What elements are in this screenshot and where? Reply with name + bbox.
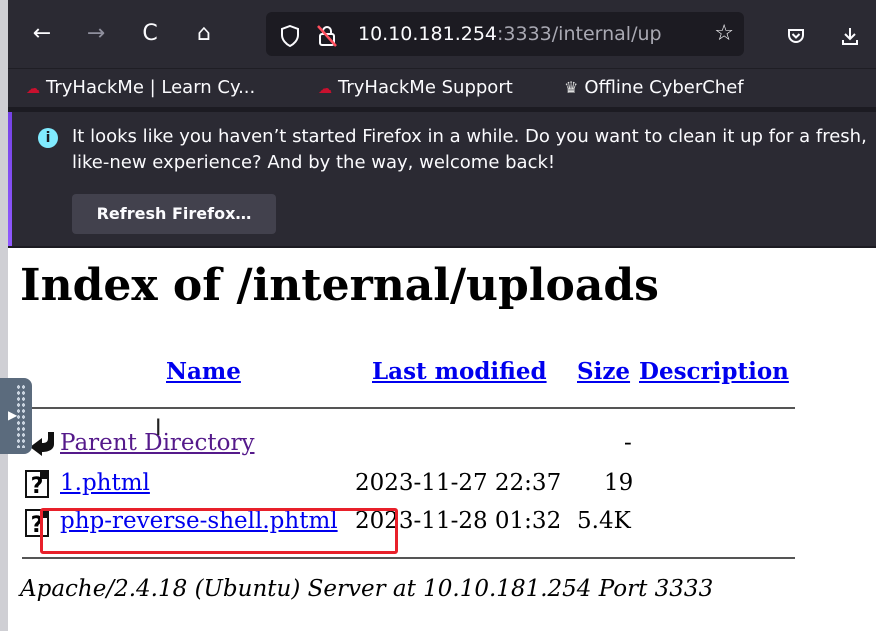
- row-size: 19: [604, 470, 634, 496]
- back-button[interactable]: ←: [26, 18, 58, 50]
- divider: [22, 407, 795, 409]
- svg-text:?: ?: [31, 474, 44, 498]
- cloud-icon: ☁: [26, 81, 40, 97]
- bookmark-cyberchef[interactable]: ♛ Offline CyberChef: [564, 69, 744, 107]
- column-header-name[interactable]: Name: [166, 358, 241, 385]
- pocket-icon: [786, 22, 806, 46]
- row-size: -: [624, 430, 632, 456]
- cloud-icon: ☁: [318, 81, 332, 97]
- url-text[interactable]: 10.10.181.254:3333/internal/up: [358, 12, 698, 56]
- column-header-size[interactable]: Size: [577, 358, 630, 385]
- url-path: :3333/internal/up: [497, 23, 662, 45]
- url-host: 10.10.181.254: [358, 23, 498, 45]
- page-title: Index of /internal/uploads: [20, 260, 659, 311]
- bookmarks-toolbar: ☁ TryHackMe | Learn Cy... ☁ TryHackMe Supp…: [8, 68, 876, 107]
- sidebar-toggle-tab[interactable]: ▶: [0, 378, 32, 454]
- directory-listing-page: Index of /internal/uploads Name Last mod…: [8, 248, 876, 631]
- pocket-button[interactable]: [780, 18, 812, 50]
- refresh-firefox-button[interactable]: Refresh Firefox…: [72, 194, 276, 234]
- info-icon: i: [38, 128, 58, 148]
- reload-icon: C: [142, 21, 158, 46]
- unknown-file-icon: ?: [24, 470, 49, 499]
- bookmark-tryhackme-support[interactable]: ☁ TryHackMe Support: [318, 69, 513, 107]
- file-link-1-phtml[interactable]: 1.phtml: [60, 470, 150, 496]
- arrow-right-icon: →: [86, 21, 106, 46]
- column-header-description[interactable]: Description: [639, 358, 789, 385]
- insecure-lock-icon[interactable]: [316, 12, 338, 56]
- bookmark-label: TryHackMe | Learn Cy...: [46, 77, 256, 98]
- row-modified: 2023-11-27 22:37: [355, 470, 562, 496]
- text-cursor-icon: I: [155, 416, 162, 441]
- chef-hat-icon: ♛: [564, 78, 579, 97]
- bookmark-tryhackme[interactable]: ☁ TryHackMe | Learn Cy...: [26, 69, 255, 107]
- row-size: 5.4K: [577, 508, 631, 534]
- nav-toolbar: ← → C ⌂ 10.10.181.254:3333/internal/up ☆: [8, 0, 876, 68]
- divider: [22, 557, 795, 559]
- grip-dots-icon: [16, 384, 26, 448]
- reload-button[interactable]: C: [134, 18, 166, 50]
- column-header-last-modified[interactable]: Last modified: [372, 358, 547, 385]
- bookmark-label: TryHackMe Support: [338, 77, 513, 98]
- forward-button[interactable]: →: [80, 18, 112, 50]
- window-left-edge: [0, 0, 8, 631]
- url-bar[interactable]: 10.10.181.254:3333/internal/up ☆: [266, 12, 744, 56]
- bookmark-label: Offline CyberChef: [584, 77, 744, 98]
- home-button[interactable]: ⌂: [188, 18, 220, 50]
- notification-accent: [8, 112, 12, 246]
- expand-arrow-icon: ▶: [8, 408, 18, 422]
- home-icon: ⌂: [197, 21, 211, 46]
- notification-message: It looks like you haven’t started Firefo…: [72, 126, 867, 173]
- downloads-button[interactable]: [834, 18, 866, 50]
- download-icon: [840, 22, 860, 46]
- shield-icon[interactable]: [280, 12, 300, 56]
- highlight-annotation-box: [40, 508, 398, 554]
- server-signature: Apache/2.4.18 (Ubuntu) Server at 10.10.1…: [20, 576, 714, 602]
- bookmark-star-icon[interactable]: ☆: [714, 12, 734, 56]
- arrow-left-icon: ←: [32, 21, 52, 46]
- browser-chrome: ← → C ⌂ 10.10.181.254:3333/internal/up ☆: [8, 0, 876, 248]
- notification-bar: i It looks like you haven’t started Fire…: [8, 112, 876, 246]
